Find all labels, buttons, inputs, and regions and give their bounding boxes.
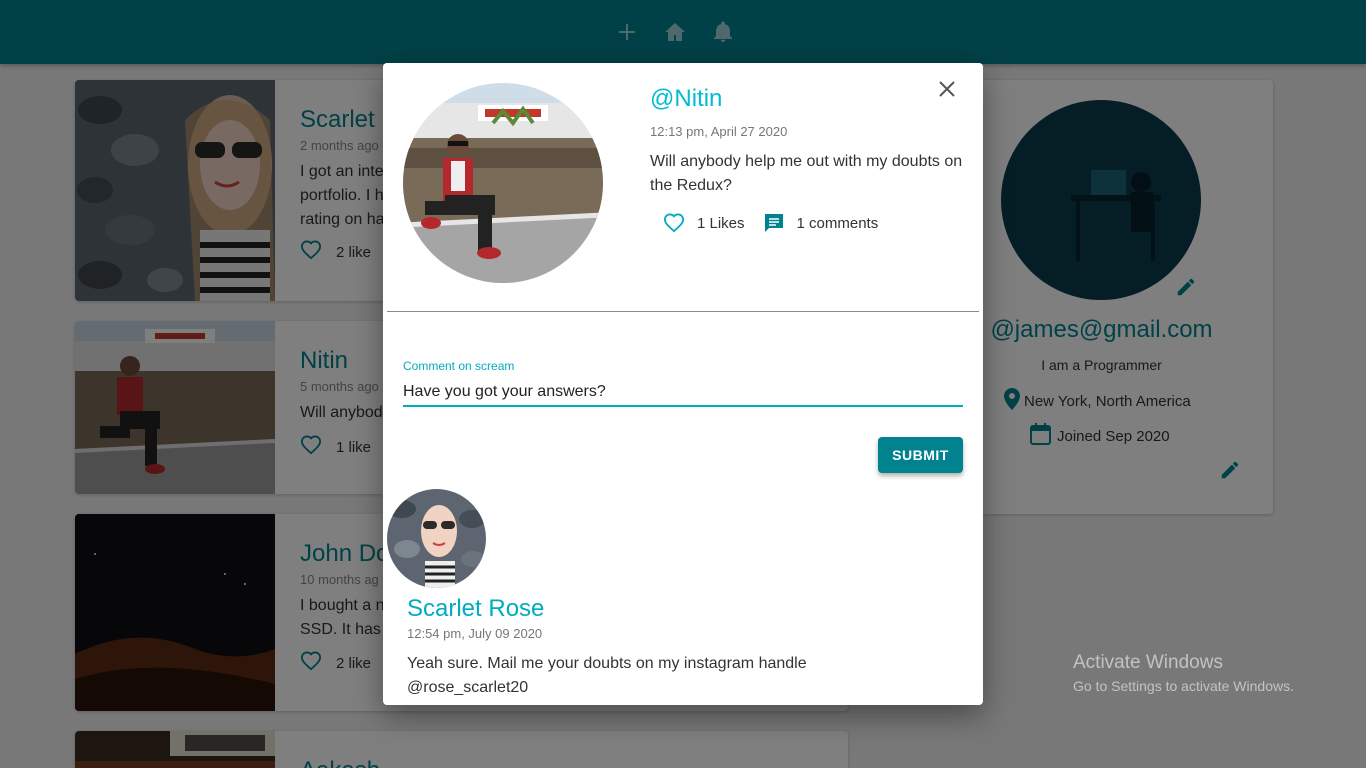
comments-count: 1 comments: [796, 214, 879, 232]
scream-dialog: @Nitin 12:13 pm, April 27 2020 Will anyb…: [383, 63, 983, 705]
watermark-subtitle: Go to Settings to activate Windows.: [1073, 678, 1294, 694]
scream-body: Will anybody help me out with my doubts …: [650, 153, 963, 194]
comment-field-label: Comment on scream: [403, 359, 515, 373]
comment-time: 12:54 pm, July 09 2020: [407, 626, 543, 641]
comment-input[interactable]: [403, 378, 963, 407]
author-avatar[interactable]: [403, 83, 603, 283]
likes-count: 1 Likes: [697, 214, 745, 232]
commenter-name[interactable]: Scarlet Rose: [407, 595, 544, 623]
windows-activation-watermark: Activate Windows Go to Settings to activ…: [1073, 652, 1294, 694]
author-handle[interactable]: @Nitin: [650, 85, 722, 113]
comment-icon[interactable]: [761, 210, 787, 236]
divider: [387, 311, 979, 312]
comment-body: Yeah sure. Mail me your doubts on my ins…: [407, 655, 807, 696]
scream-time: 12:13 pm, April 27 2020: [650, 124, 788, 139]
commenter-avatar[interactable]: [387, 489, 486, 588]
watermark-title: Activate Windows: [1073, 652, 1223, 673]
scream-stats: 1 Likes 1 comments: [661, 210, 878, 236]
like-heart-icon[interactable]: [661, 210, 687, 236]
close-icon[interactable]: [935, 77, 959, 101]
submit-button[interactable]: SUBMIT: [878, 437, 963, 473]
